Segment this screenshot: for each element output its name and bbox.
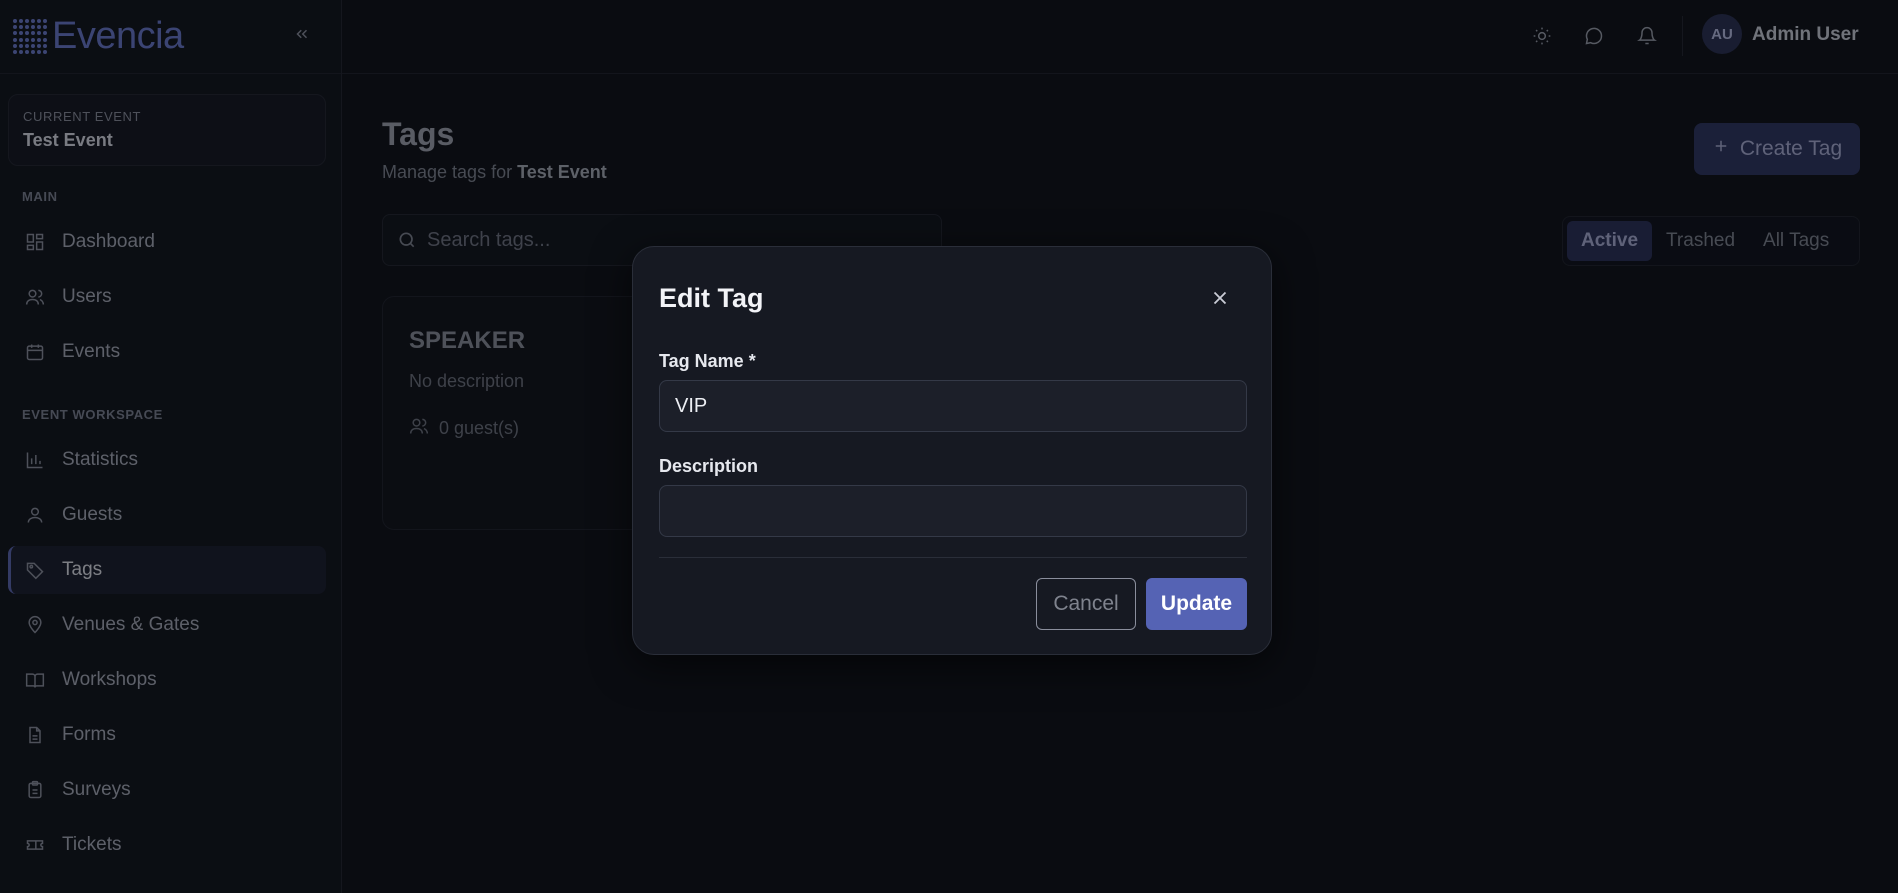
cancel-button[interactable]: Cancel: [1036, 578, 1136, 630]
edit-tag-dialog: Edit Tag Tag Name * Description Cancel U…: [632, 246, 1272, 655]
tag-name-input[interactable]: [659, 380, 1247, 432]
description-label: Description: [659, 456, 759, 476]
dialog-divider: [659, 557, 1247, 558]
description-input[interactable]: [659, 485, 1247, 537]
dialog-title: Edit Tag: [659, 283, 764, 313]
update-button[interactable]: Update: [1146, 578, 1247, 630]
tag-name-label: Tag Name *: [659, 351, 756, 371]
close-icon[interactable]: [1205, 283, 1235, 313]
app-root: Evencia CURRENT EVENT Test Event MAIN Da…: [0, 0, 1898, 893]
